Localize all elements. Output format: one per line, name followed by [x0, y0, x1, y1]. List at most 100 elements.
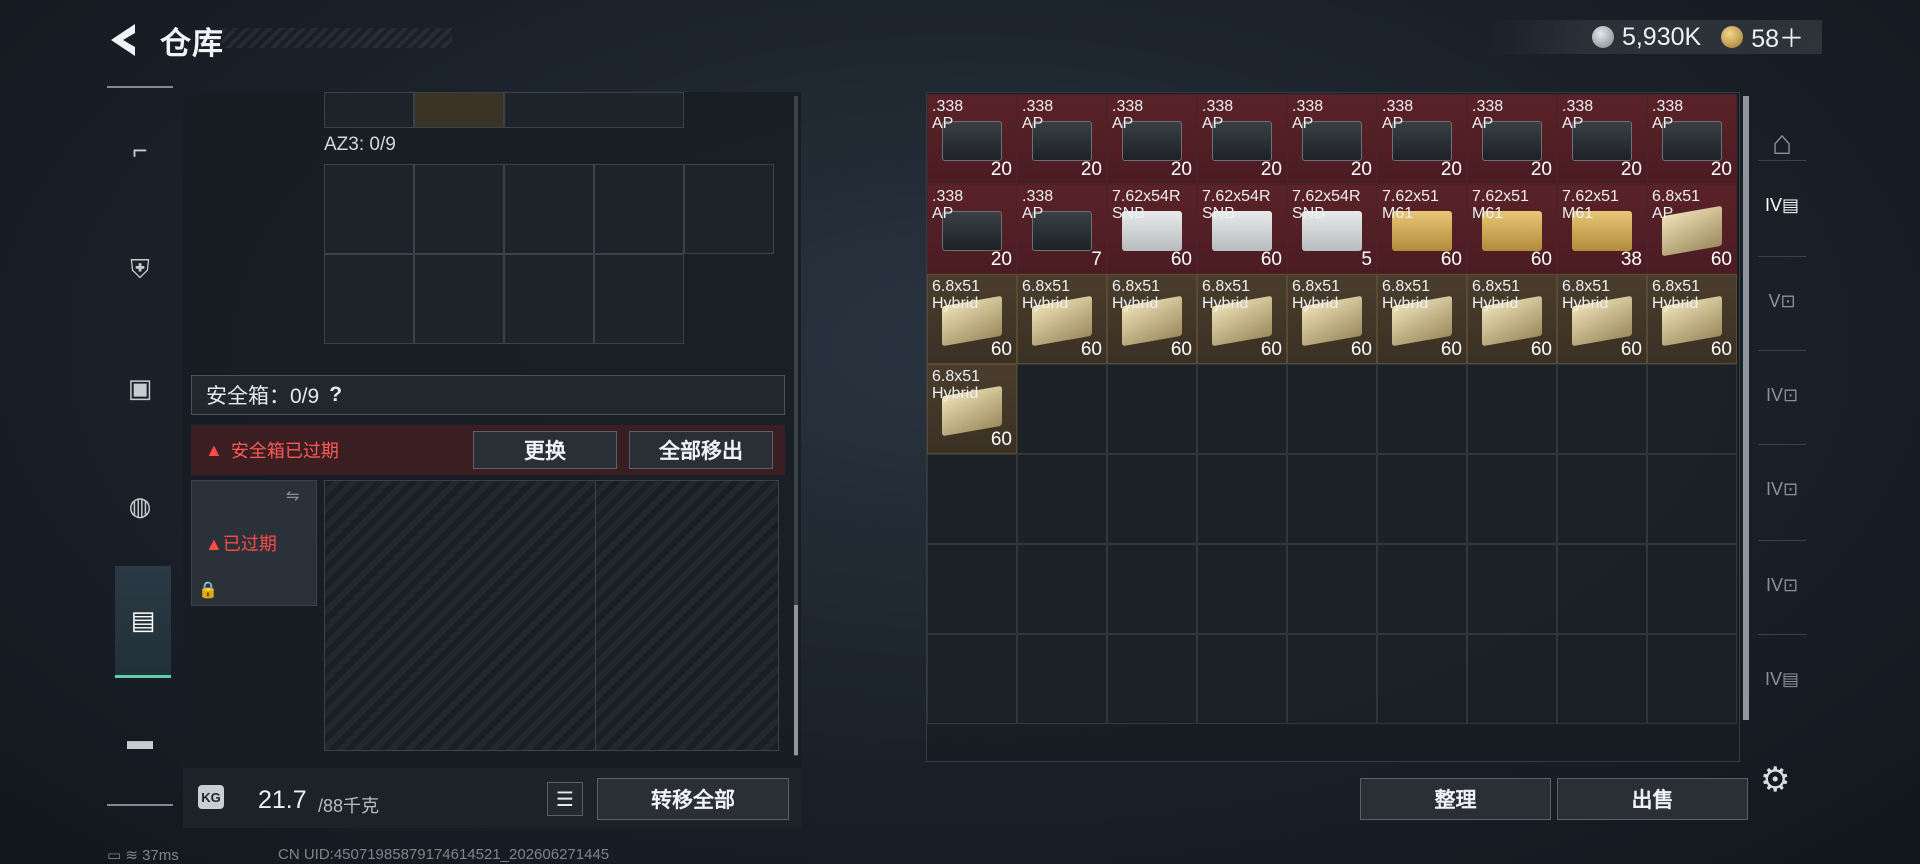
container-slot[interactable] [504, 92, 684, 128]
ammo-item[interactable]: .338 AP 20 [1557, 94, 1647, 184]
storage-cell[interactable] [1557, 544, 1647, 634]
ammo-item[interactable]: .338 AP 20 [1377, 94, 1467, 184]
storage-cell[interactable] [1287, 454, 1377, 544]
storage-cell[interactable] [1107, 364, 1197, 454]
storage-cell[interactable] [1557, 364, 1647, 454]
nav-safe-box[interactable]: ▤ [115, 566, 171, 678]
storage-cell[interactable] [1197, 364, 1287, 454]
ammo-item[interactable]: 7.62x51 M61 38 [1557, 184, 1647, 274]
container-slot[interactable] [414, 92, 504, 128]
list-icon[interactable]: ☰ [547, 782, 583, 816]
ammo-item[interactable]: 6.8x51 Hybrid 60 [927, 364, 1017, 454]
storage-cell[interactable] [1377, 634, 1467, 724]
storage-cell[interactable] [1287, 364, 1377, 454]
ammo-item[interactable]: .338 AP 20 [927, 184, 1017, 274]
ammo-item[interactable]: 7.62x54R SNB 5 [1287, 184, 1377, 274]
back-button[interactable] [105, 20, 145, 60]
storage-cell[interactable] [1017, 634, 1107, 724]
help-icon[interactable]: ? [329, 383, 342, 407]
ammo-item[interactable]: 6.8x51 Hybrid 60 [1467, 274, 1557, 364]
storage-cell[interactable] [927, 544, 1017, 634]
replace-button[interactable]: 更换 [473, 431, 617, 469]
storage-cell[interactable] [1467, 454, 1557, 544]
ammo-item[interactable]: .338 AP 20 [1017, 94, 1107, 184]
storage-cell[interactable] [1377, 544, 1467, 634]
storage-tab-3[interactable]: V⊡ [1756, 268, 1808, 334]
ammo-item[interactable]: .338 AP 20 [1647, 94, 1737, 184]
sort-button[interactable]: 整理 [1360, 778, 1551, 820]
ammo-item[interactable]: .338 AP 20 [927, 94, 1017, 184]
ammo-item[interactable]: 6.8x51 Hybrid 60 [1377, 274, 1467, 364]
ammo-item[interactable]: 6.8x51 Hybrid 60 [1197, 274, 1287, 364]
storage-tab-2[interactable]: IV▤ [1756, 172, 1808, 238]
ammo-item[interactable]: 7.62x54R SNB 60 [1107, 184, 1197, 274]
grid-slot[interactable] [504, 254, 594, 344]
ammo-item[interactable]: 6.8x51 Hybrid 60 [927, 274, 1017, 364]
storage-cell[interactable] [1287, 634, 1377, 724]
ammo-item[interactable]: 7.62x51 M61 60 [1467, 184, 1557, 274]
ammo-item[interactable]: 6.8x51 Hybrid 60 [1107, 274, 1197, 364]
grid-slot[interactable] [414, 164, 504, 254]
ammo-item[interactable]: .338 AP 20 [1287, 94, 1377, 184]
ammo-item[interactable]: 6.8x51 Hybrid 60 [1647, 274, 1737, 364]
storage-cell[interactable] [1647, 634, 1737, 724]
storage-tab-1[interactable]: ⌂ [1756, 110, 1808, 176]
nav-armor[interactable]: ▣ [107, 350, 173, 426]
gear-icon[interactable]: ⚙ [1760, 760, 1790, 800]
grid-slot[interactable] [684, 164, 774, 254]
transfer-all-button[interactable]: 转移全部 [597, 778, 789, 820]
ammo-item[interactable]: 7.62x54R SNB 60 [1197, 184, 1287, 274]
storage-cell[interactable] [1467, 634, 1557, 724]
remove-all-button[interactable]: 全部移出 [629, 431, 773, 469]
storage-cell[interactable] [1557, 634, 1647, 724]
sell-button[interactable]: 出售 [1557, 778, 1748, 820]
ammo-item[interactable]: 6.8x51 Hybrid 60 [1557, 274, 1647, 364]
container-slot[interactable] [324, 92, 414, 128]
storage-tab-6[interactable]: IV⊡ [1756, 552, 1808, 618]
storage-cell[interactable] [1467, 544, 1557, 634]
ammo-item[interactable]: .338 AP 20 [1107, 94, 1197, 184]
ammo-item[interactable]: 6.8x51 Hybrid 60 [1017, 274, 1107, 364]
grid-slot[interactable] [324, 254, 414, 344]
ammo-item[interactable]: 6.8x51 AP 60 [1647, 184, 1737, 274]
storage-cell[interactable] [1377, 364, 1467, 454]
grid-slot[interactable] [414, 254, 504, 344]
storage-cell[interactable] [1107, 634, 1197, 724]
storage-cell[interactable] [1647, 544, 1737, 634]
gold-amount[interactable]: 58＋ [1751, 19, 1804, 55]
storage-cell[interactable] [1647, 454, 1737, 544]
storage-tab-7[interactable]: IV▤ [1756, 646, 1808, 712]
storage-cell[interactable] [1287, 544, 1377, 634]
ammo-item[interactable]: .338 AP 7 [1017, 184, 1107, 274]
swap-icon[interactable]: ⇋ [286, 486, 299, 506]
storage-cell[interactable] [1557, 454, 1647, 544]
storage-cell[interactable] [1017, 544, 1107, 634]
ammo-item[interactable]: 7.62x51 M61 60 [1377, 184, 1467, 274]
ammo-item[interactable]: .338 AP 20 [1197, 94, 1287, 184]
storage-cell[interactable] [1017, 364, 1107, 454]
grid-slot[interactable] [324, 164, 414, 254]
grid-slot[interactable] [594, 254, 684, 344]
storage-cell[interactable] [1377, 454, 1467, 544]
nav-weapons[interactable]: ⌐ [107, 112, 173, 188]
storage-scrollbar[interactable] [1743, 96, 1749, 720]
ammo-item[interactable]: .338 AP 20 [1467, 94, 1557, 184]
storage-cell[interactable] [1197, 634, 1287, 724]
left-scrollbar-thumb[interactable] [794, 605, 798, 755]
grid-slot[interactable] [504, 164, 594, 254]
storage-cell[interactable] [1017, 454, 1107, 544]
storage-cell[interactable] [1107, 454, 1197, 544]
storage-cell[interactable] [1467, 364, 1557, 454]
storage-cell[interactable] [927, 454, 1017, 544]
storage-tab-5[interactable]: IV⊡ [1756, 456, 1808, 522]
storage-cell[interactable] [1647, 364, 1737, 454]
grid-slot[interactable] [594, 164, 684, 254]
storage-cell[interactable] [927, 634, 1017, 724]
storage-cell[interactable] [1107, 544, 1197, 634]
nav-chest-rig[interactable]: ⛨ [107, 232, 173, 308]
storage-tab-4[interactable]: IV⊡ [1756, 362, 1808, 428]
ammo-item[interactable]: 6.8x51 Hybrid 60 [1287, 274, 1377, 364]
storage-cell[interactable] [1197, 544, 1287, 634]
nav-briefcase[interactable]: ▬ [107, 702, 173, 778]
storage-cell[interactable] [1197, 454, 1287, 544]
